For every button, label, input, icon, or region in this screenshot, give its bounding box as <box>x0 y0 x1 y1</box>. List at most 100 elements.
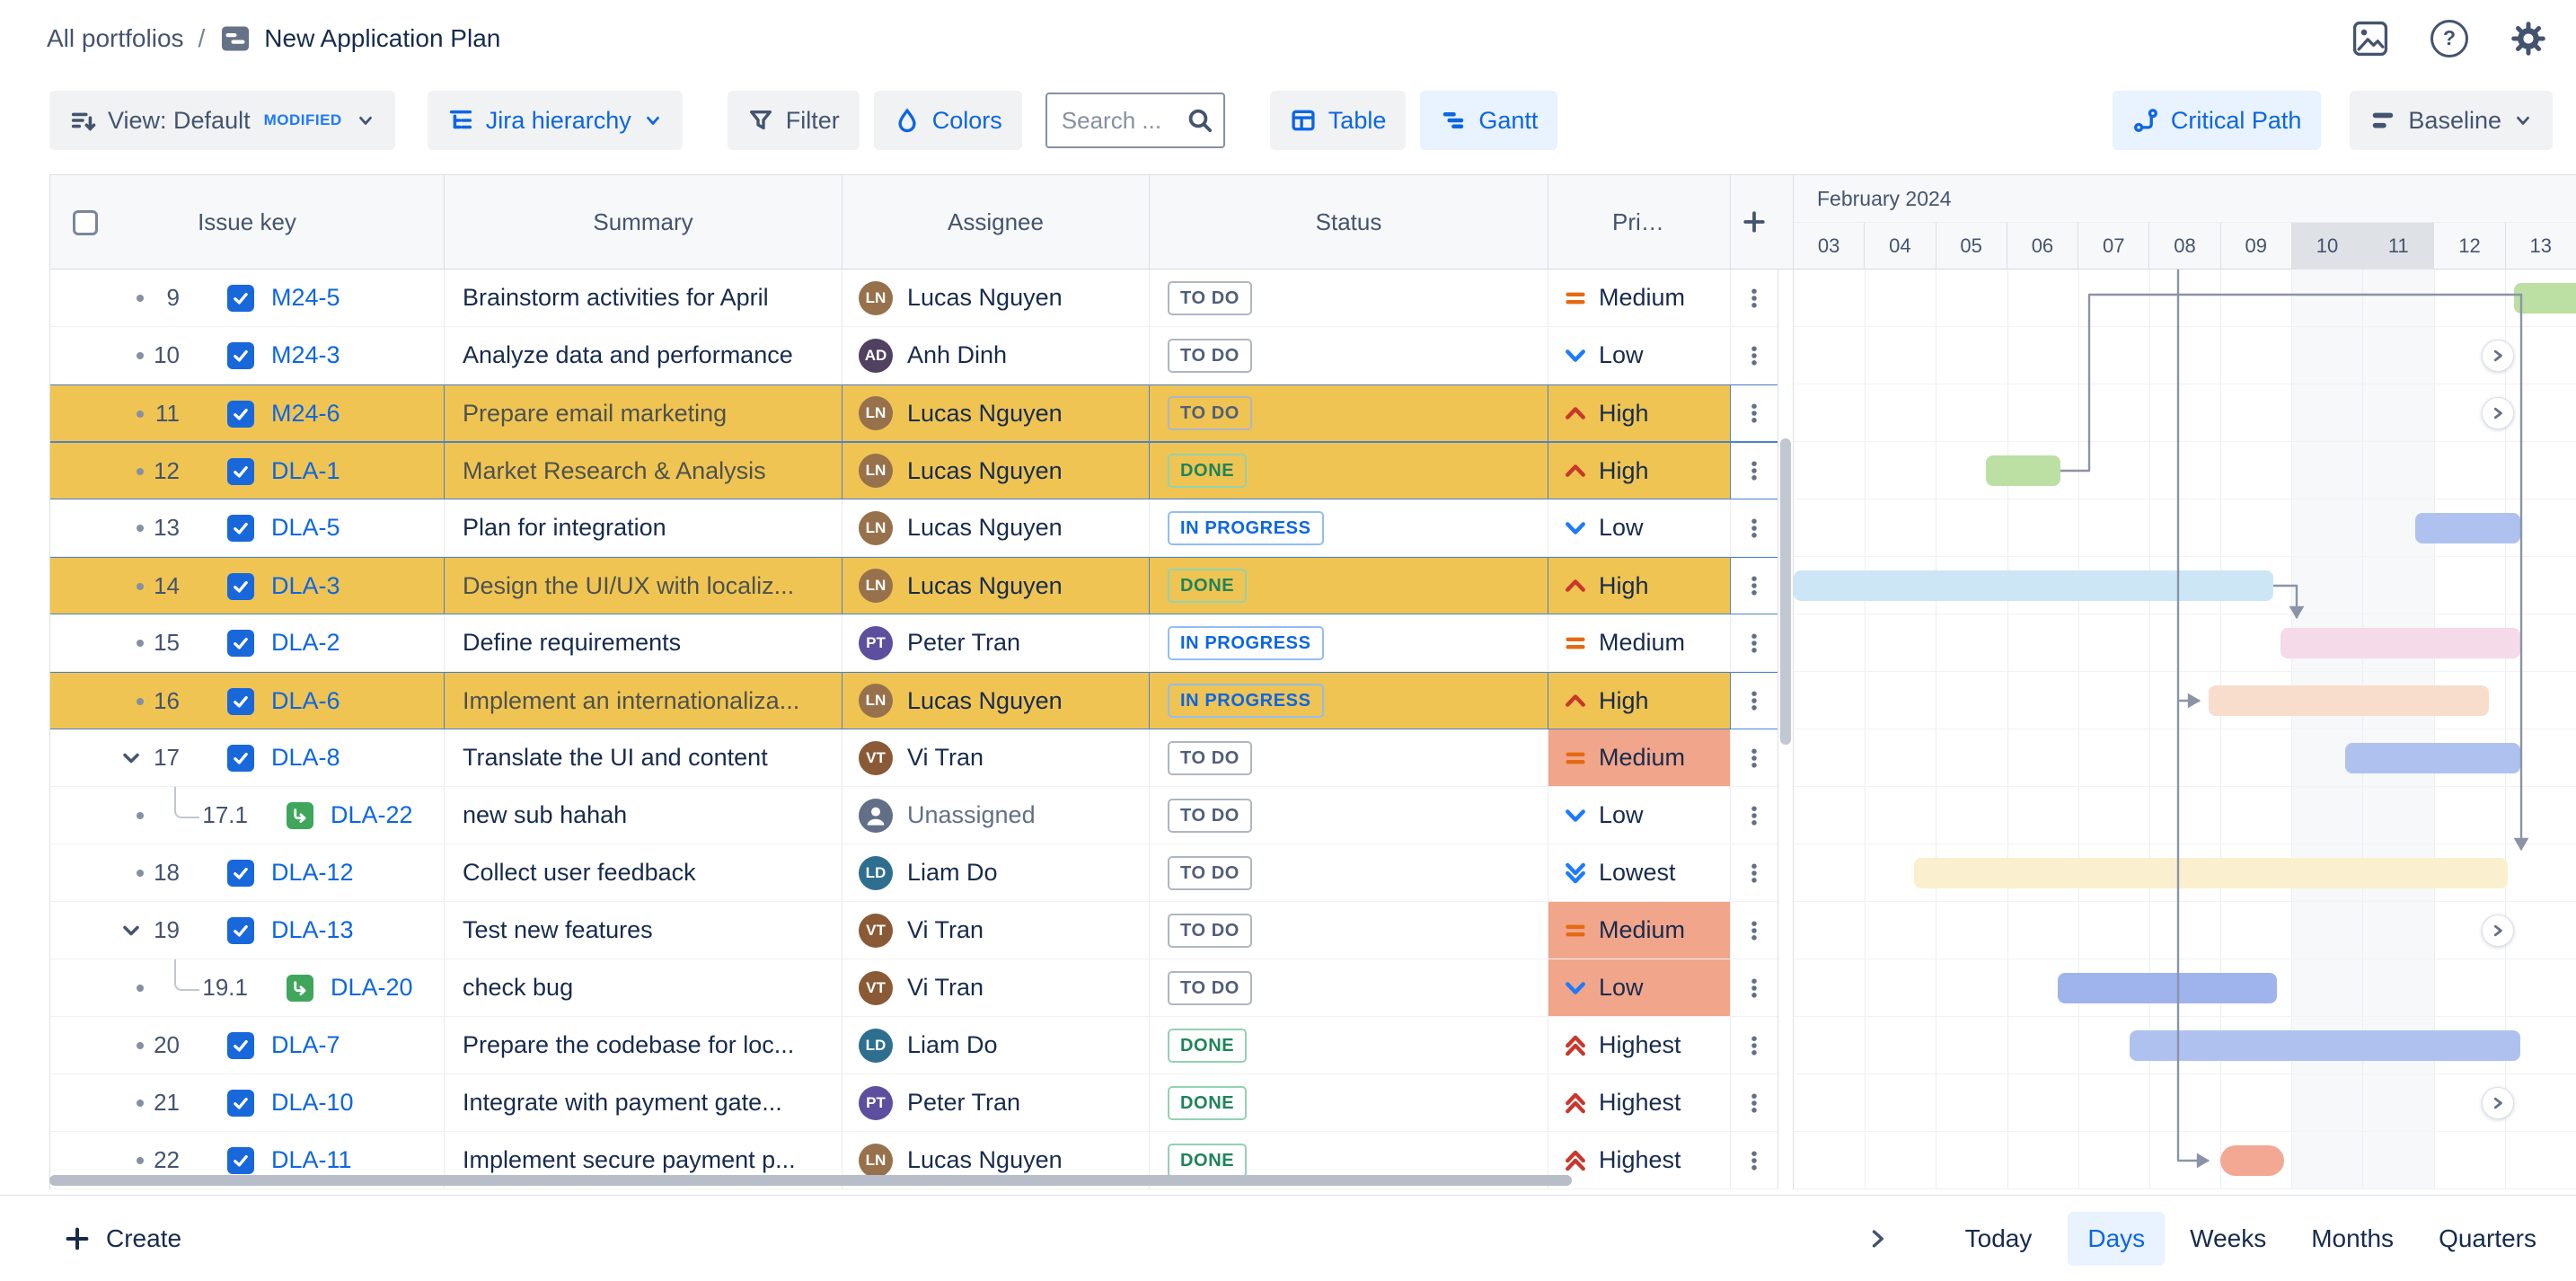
gantt-bar[interactable] <box>1794 570 2273 601</box>
view-selector-button[interactable]: View: Default MODIFIED <box>49 91 395 150</box>
row-checkbox[interactable] <box>227 1090 254 1117</box>
row-more-actions-button[interactable] <box>1736 1143 1772 1179</box>
select-all-checkbox[interactable] <box>73 210 98 235</box>
issue-key-link[interactable]: M24-3 <box>271 341 340 369</box>
row-more-actions-button[interactable] <box>1736 740 1772 776</box>
table-row[interactable]: 12DLA-1Market Research & AnalysisLNLucas… <box>50 442 1778 499</box>
gantt-bar[interactable] <box>2058 973 2277 1003</box>
issue-key-link[interactable]: DLA-8 <box>271 744 340 772</box>
hierarchy-selector-button[interactable]: Jira hierarchy <box>428 91 683 150</box>
scroll-to-bar-button[interactable] <box>2482 1087 2514 1119</box>
issue-key-link[interactable]: DLA-10 <box>271 1089 354 1117</box>
colors-button[interactable]: Colors <box>874 91 1022 150</box>
table-row[interactable]: 19.1DLA-20check bugVTVi TranTO DOLow <box>50 959 1778 1017</box>
row-checkbox[interactable] <box>227 688 254 715</box>
issue-key-link[interactable]: DLA-3 <box>271 572 340 600</box>
table-row[interactable]: 18DLA-12Collect user feedbackLDLiam DoTO… <box>50 844 1778 902</box>
export-image-button[interactable] <box>2346 14 2395 63</box>
row-checkbox[interactable] <box>227 1032 254 1059</box>
vertical-scrollbar-thumb[interactable] <box>1780 438 1791 745</box>
row-checkbox[interactable] <box>227 458 254 485</box>
scroll-to-bar-button[interactable] <box>2482 397 2514 429</box>
row-checkbox[interactable] <box>227 860 254 887</box>
issue-key-link[interactable]: DLA-2 <box>271 629 340 657</box>
gantt-bar[interactable] <box>1986 455 2060 486</box>
table-row[interactable]: 19DLA-13Test new featuresVTVi TranTO DOM… <box>50 902 1778 959</box>
row-more-actions-button[interactable] <box>1736 568 1772 604</box>
gantt-bar[interactable] <box>2280 628 2520 658</box>
issue-key-link[interactable]: DLA-1 <box>271 457 340 485</box>
today-button[interactable]: Today <box>1947 1212 2051 1266</box>
issue-key-link[interactable]: DLA-6 <box>271 687 340 715</box>
issue-key-link[interactable]: DLA-12 <box>271 859 354 887</box>
issue-key-link[interactable]: DLA-20 <box>331 974 413 1002</box>
issue-key-link[interactable]: DLA-7 <box>271 1031 340 1059</box>
column-header-priority[interactable]: Priority <box>1548 175 1731 269</box>
table-view-button[interactable]: Table <box>1270 91 1407 150</box>
table-row[interactable]: 13DLA-5Plan for integrationLNLucas Nguye… <box>50 499 1778 557</box>
help-button[interactable]: ? <box>2425 14 2474 63</box>
row-more-actions-button[interactable] <box>1736 453 1772 489</box>
table-row[interactable]: 20DLA-7Prepare the codebase for loc...LD… <box>50 1017 1778 1074</box>
table-row[interactable]: 15DLA-2Define requirementsPTPeter TranIN… <box>50 614 1778 672</box>
row-more-actions-button[interactable] <box>1736 510 1772 546</box>
row-more-actions-button[interactable] <box>1736 913 1772 949</box>
horizontal-scrollbar[interactable] <box>49 1175 1777 1188</box>
row-checkbox[interactable] <box>227 515 254 542</box>
gantt-bar[interactable] <box>1914 858 2508 888</box>
vertical-scrollbar[interactable] <box>1778 269 1793 1189</box>
row-more-actions-button[interactable] <box>1736 855 1772 891</box>
row-checkbox[interactable] <box>227 285 254 312</box>
row-more-actions-button[interactable] <box>1736 625 1772 661</box>
column-header-assignee[interactable]: Assignee <box>842 175 1150 269</box>
issue-key-link[interactable]: M24-6 <box>271 400 340 428</box>
row-more-actions-button[interactable] <box>1736 683 1772 719</box>
issue-key-link[interactable]: DLA-5 <box>271 514 340 542</box>
row-checkbox[interactable] <box>227 401 254 428</box>
table-row[interactable]: 17.1DLA-22new sub hahahUnassignedTO DOLo… <box>50 787 1778 844</box>
row-more-actions-button[interactable] <box>1736 1085 1772 1121</box>
row-checkbox[interactable] <box>227 1147 254 1174</box>
create-button[interactable]: Create <box>57 1224 187 1254</box>
horizontal-scrollbar-thumb[interactable] <box>49 1175 1572 1186</box>
zoom-weeks-button[interactable]: Weeks <box>2170 1212 2286 1266</box>
add-column-button[interactable] <box>1741 208 1768 235</box>
filter-button[interactable]: Filter <box>728 91 860 150</box>
issue-key-link[interactable]: M24-5 <box>271 284 340 312</box>
column-header-summary[interactable]: Summary <box>445 175 842 269</box>
row-more-actions-button[interactable] <box>1736 1028 1772 1064</box>
gantt-bar[interactable] <box>2130 1030 2521 1061</box>
gantt-bar[interactable] <box>2514 283 2576 314</box>
zoom-months-button[interactable]: Months <box>2291 1212 2413 1266</box>
gantt-bar[interactable] <box>2209 685 2489 716</box>
issue-key-link[interactable]: DLA-11 <box>271 1146 352 1174</box>
table-row[interactable]: 10M24-3Analyze data and performanceADAnh… <box>50 327 1778 384</box>
search-input[interactable] <box>1045 93 1225 148</box>
gantt-view-button[interactable]: Gantt <box>1420 91 1557 150</box>
table-row[interactable]: 17DLA-8Translate the UI and contentVTVi … <box>50 729 1778 787</box>
issue-key-link[interactable]: DLA-22 <box>331 801 413 829</box>
table-row[interactable]: 11M24-6Prepare email marketingLNLucas Ng… <box>50 384 1778 442</box>
gantt-bar[interactable] <box>2415 513 2520 543</box>
zoom-days-button[interactable]: Days <box>2068 1212 2165 1266</box>
settings-button[interactable] <box>2504 14 2553 63</box>
row-more-actions-button[interactable] <box>1736 338 1772 374</box>
baseline-button[interactable]: Baseline <box>2350 91 2553 150</box>
zoom-quarters-button[interactable]: Quarters <box>2419 1212 2556 1266</box>
critical-path-button[interactable]: Critical Path <box>2113 91 2322 150</box>
row-checkbox[interactable] <box>227 573 254 600</box>
scroll-to-bar-button[interactable] <box>2482 914 2514 947</box>
row-more-actions-button[interactable] <box>1736 970 1772 1006</box>
table-row[interactable]: 14DLA-3Design the UI/UX with localiz...L… <box>50 557 1778 614</box>
table-row[interactable]: 21DLA-10Integrate with payment gate...PT… <box>50 1074 1778 1132</box>
table-row[interactable]: 9M24-5Brainstorm activities for AprilLNL… <box>50 269 1778 327</box>
gantt-bar[interactable] <box>2345 743 2521 773</box>
table-row[interactable]: 16DLA-6Implement an internationaliza...L… <box>50 672 1778 729</box>
row-checkbox[interactable] <box>227 630 254 657</box>
expand-panel-button[interactable] <box>1857 1219 1897 1259</box>
scroll-to-bar-button[interactable] <box>2482 340 2514 372</box>
row-checkbox[interactable] <box>227 745 254 772</box>
column-header-issue-key[interactable]: Issue key <box>50 175 445 269</box>
row-more-actions-button[interactable] <box>1736 280 1772 316</box>
row-more-actions-button[interactable] <box>1736 395 1772 431</box>
